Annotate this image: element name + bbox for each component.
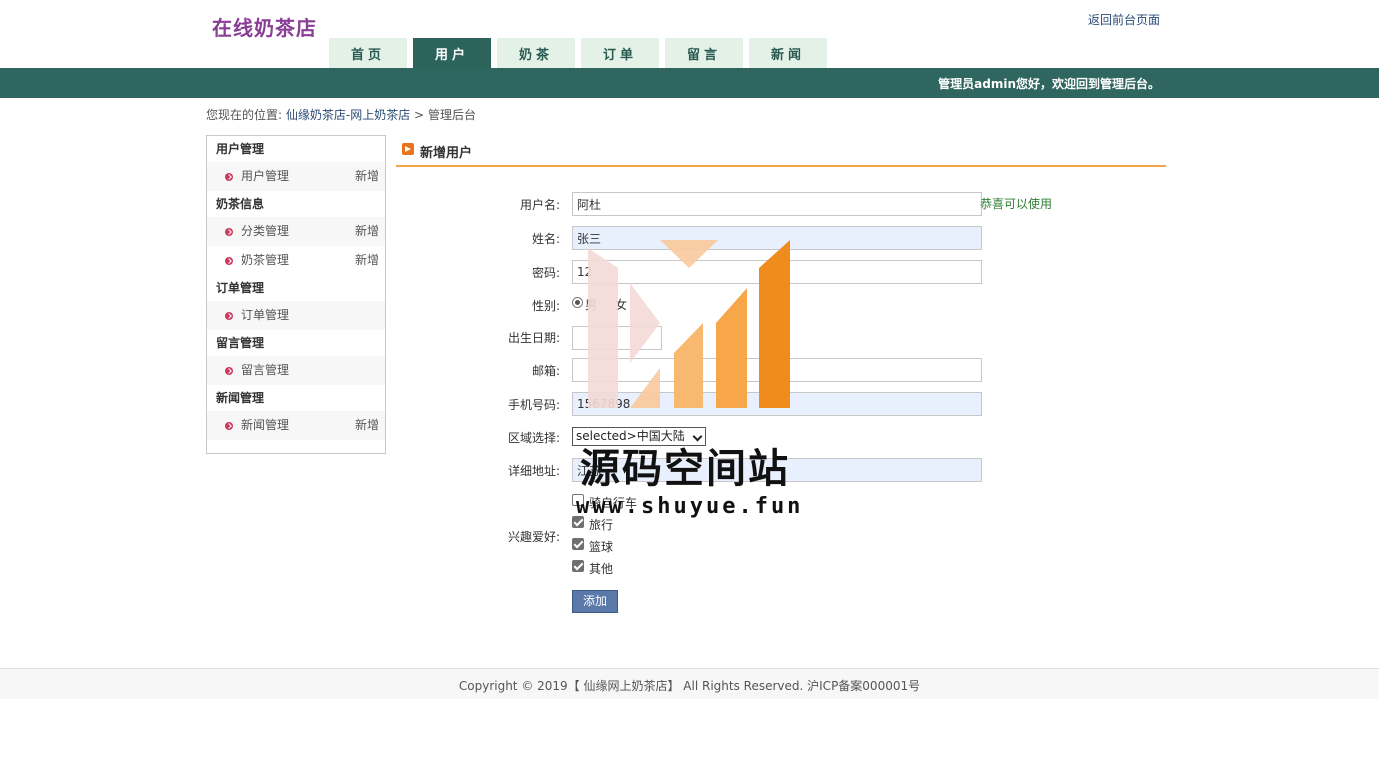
- chevron-right-icon: [225, 256, 233, 265]
- sidebar-add-link[interactable]: 新增: [355, 411, 379, 440]
- sidebar-item-label[interactable]: 分类管理: [241, 217, 289, 246]
- nav-tab-news[interactable]: 新闻: [749, 38, 827, 68]
- watermark-text: 源码空间站: [580, 446, 790, 492]
- sidebar-group-milktea: 奶茶信息: [207, 191, 385, 217]
- sidebar-group-orders: 订单管理: [207, 275, 385, 301]
- nav-tab-milktea[interactable]: 奶茶: [497, 38, 575, 68]
- nav-tab-users[interactable]: 用户: [413, 38, 491, 68]
- chevron-right-icon: [225, 172, 233, 181]
- nav-tab-orders[interactable]: 订单: [581, 38, 659, 68]
- sidebar-item-label[interactable]: 奶茶管理: [241, 246, 289, 275]
- sidebar-group-users: 用户管理: [207, 136, 385, 162]
- breadcrumb-current: 管理后台: [427, 108, 476, 122]
- sidebar-group-news: 新闻管理: [207, 385, 385, 411]
- username-hint: 恭喜可以使用: [980, 197, 1053, 211]
- sidebar-item-category-manage[interactable]: 分类管理 新增: [207, 217, 385, 246]
- main-nav: 首页 用户 奶茶 订单 留言 新闻: [329, 38, 833, 68]
- name-label: 姓名:: [531, 232, 560, 246]
- footer: Copyright © 2019【 仙缘网上奶茶店】 All Rights Re…: [0, 668, 1379, 699]
- region-label: 区域选择:: [507, 431, 560, 445]
- nav-tab-messages[interactable]: 留言: [665, 38, 743, 68]
- sidebar-item-order-manage[interactable]: 订单管理: [207, 301, 385, 330]
- birth-label: 出生日期:: [507, 331, 560, 345]
- add-user-button[interactable]: 添加: [572, 590, 618, 613]
- sidebar-group-messages: 留言管理: [207, 330, 385, 356]
- sidebar-item-news-manage[interactable]: 新闻管理 新增: [207, 411, 385, 440]
- address-label: 详细地址:: [507, 464, 560, 478]
- chevron-right-icon: [225, 366, 233, 375]
- username-label: 用户名:: [519, 198, 560, 212]
- sidebar-item-label[interactable]: 用户管理: [241, 162, 289, 191]
- sidebar-add-link[interactable]: 新增: [355, 162, 379, 191]
- site-title: 在线奶茶店: [212, 16, 317, 40]
- sidebar-item-milktea-manage[interactable]: 奶茶管理 新增: [207, 246, 385, 275]
- content-header: 新增用户: [396, 136, 1166, 167]
- arrow-right-icon: [402, 143, 414, 155]
- sidebar-item-label[interactable]: 订单管理: [241, 301, 289, 330]
- breadcrumb-separator: >: [414, 108, 425, 122]
- welcome-message: 管理员admin您好，欢迎回到管理后台。: [938, 77, 1160, 91]
- password-label: 密码:: [531, 266, 560, 280]
- sidebar-add-link[interactable]: 新增: [355, 217, 379, 246]
- chevron-right-icon: [225, 421, 233, 430]
- sidebar-item-user-manage[interactable]: 用户管理 新增: [207, 162, 385, 191]
- hobby-basketball-label: 篮球: [589, 540, 614, 554]
- chevron-right-icon: [225, 311, 233, 320]
- sidebar-item-label[interactable]: 新闻管理: [241, 411, 289, 440]
- hobby-label: 兴趣爱好:: [507, 530, 560, 544]
- footer-copyright: Copyright © 2019【 仙缘网上奶茶店】 All Rights Re…: [458, 679, 921, 693]
- nav-tab-home[interactable]: 首页: [329, 38, 407, 68]
- hobby-other-label: 其他: [589, 562, 614, 576]
- username-input[interactable]: [572, 192, 982, 216]
- breadcrumb: 您现在的位置: 仙缘奶茶店-网上奶茶店 > 管理后台: [206, 106, 476, 123]
- sidebar-add-link[interactable]: 新增: [355, 246, 379, 275]
- watermark-url: www.shuyue.fun: [576, 494, 804, 519]
- top-bar: 管理员admin您好，欢迎回到管理后台。: [0, 68, 1379, 98]
- sidebar-item-message-manage[interactable]: 留言管理: [207, 356, 385, 385]
- sidebar-item-label[interactable]: 留言管理: [241, 356, 289, 385]
- back-to-frontend-link[interactable]: 返回前台页面: [1088, 11, 1160, 28]
- chevron-right-icon: [225, 227, 233, 236]
- email-label: 邮箱:: [531, 364, 560, 378]
- sidebar: 用户管理 用户管理 新增 奶茶信息 分类管理 新增 奶茶管理 新增 订单管理 订…: [206, 135, 386, 454]
- breadcrumb-home-link[interactable]: 仙缘奶茶店-网上奶茶店: [286, 108, 410, 122]
- breadcrumb-prefix: 您现在的位置:: [206, 108, 283, 122]
- gender-male-radio[interactable]: [572, 297, 583, 308]
- hobby-other-checkbox[interactable]: [572, 560, 584, 572]
- hobby-basketball-checkbox[interactable]: [572, 538, 584, 550]
- page-title: 新增用户: [420, 146, 473, 161]
- watermark-logo-icon: [588, 240, 790, 408]
- phone-label: 手机号码:: [507, 398, 560, 412]
- gender-label: 性别:: [531, 299, 560, 313]
